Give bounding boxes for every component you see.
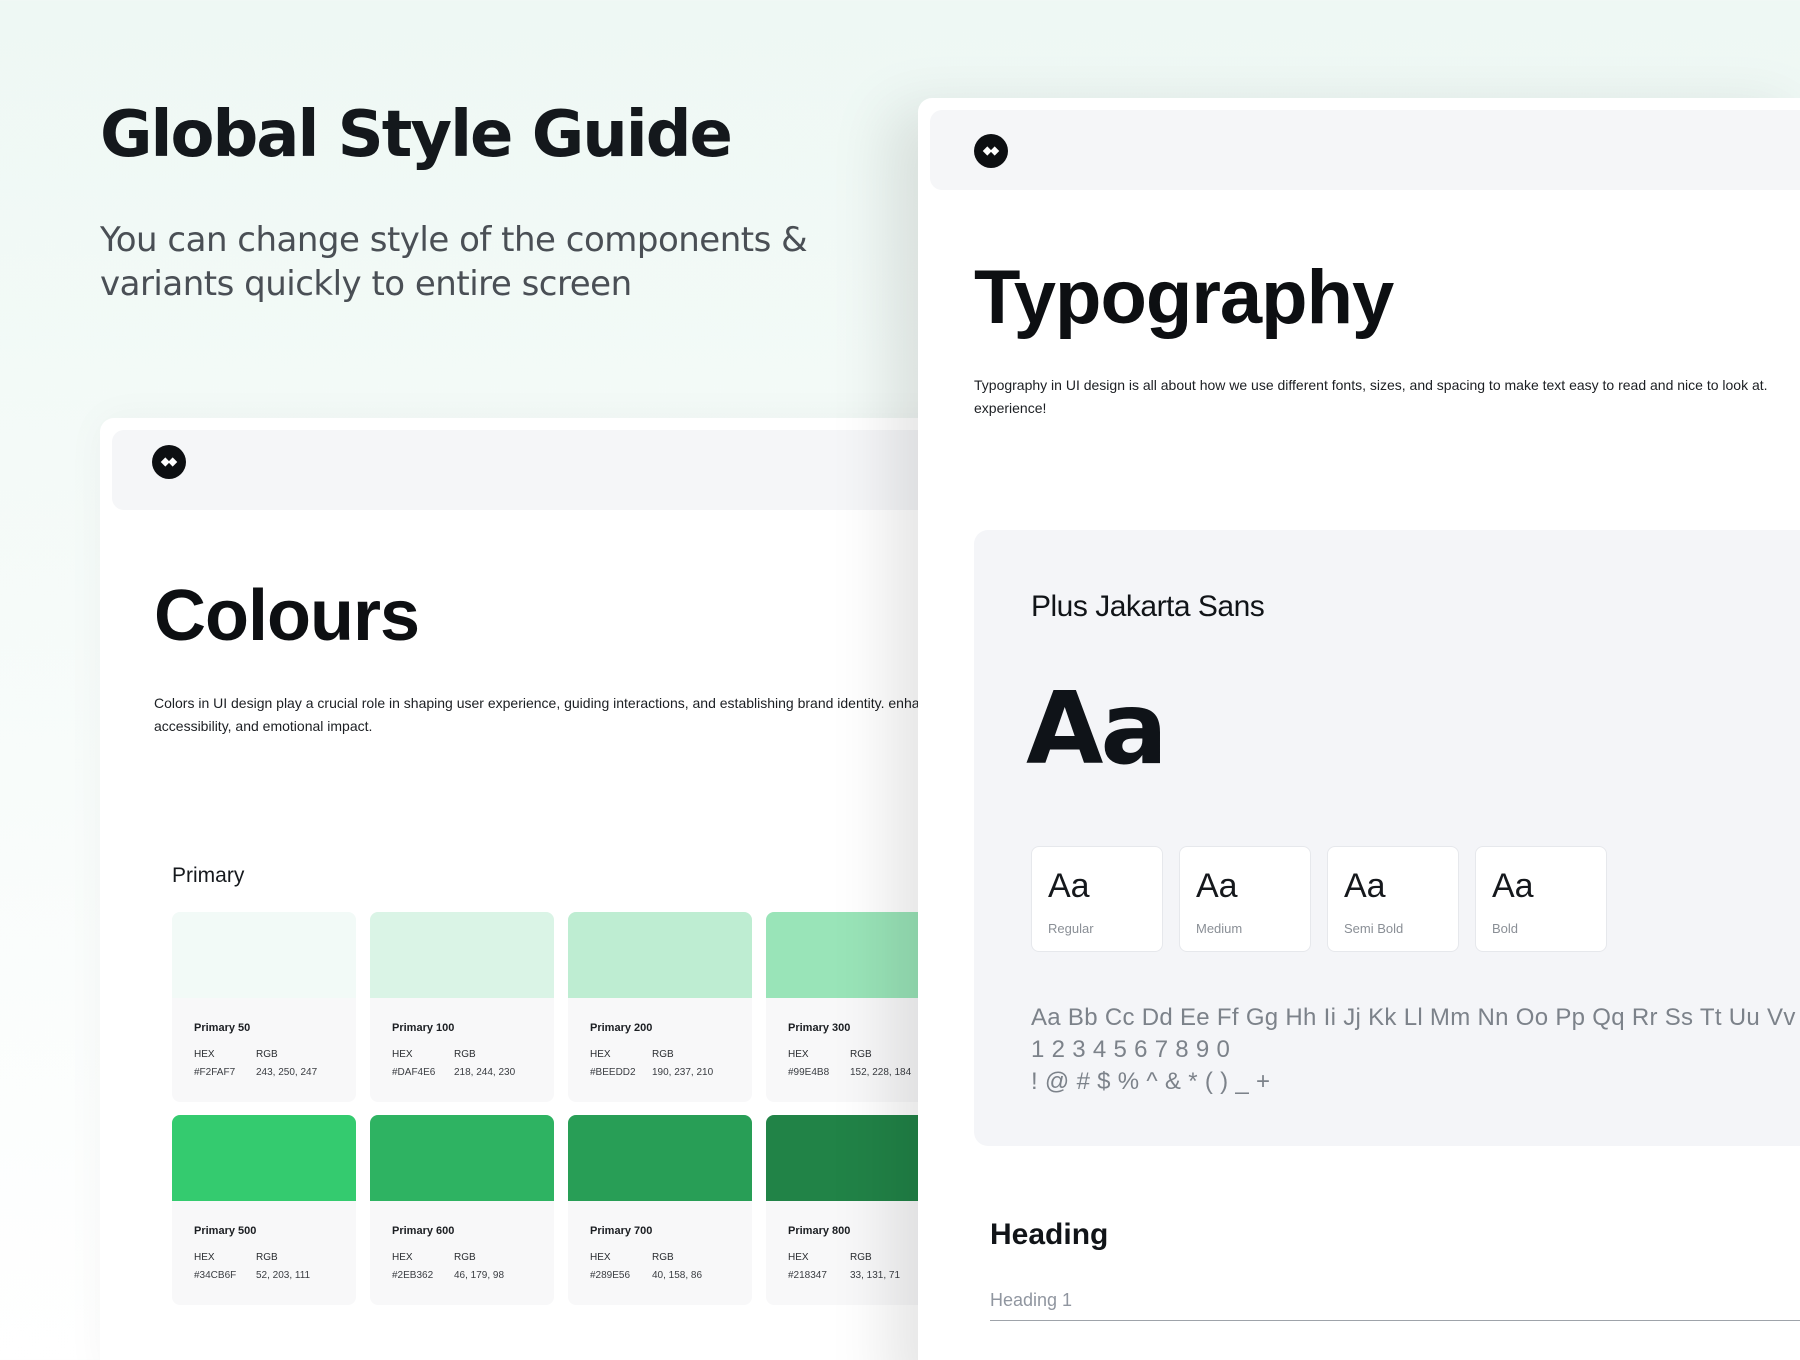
- swatch-name: Primary 300: [788, 1022, 851, 1034]
- rgb-value: 46, 179, 98: [454, 1270, 505, 1281]
- color-swatch[interactable]: Primary 700 HEX RGB #289E56 40, 158, 86: [568, 1115, 752, 1305]
- font-large-sample: Aa: [1026, 670, 1168, 787]
- swatch-name: Primary 800: [788, 1225, 851, 1237]
- weight-sample: Aa: [1048, 867, 1090, 905]
- brand-logo-icon[interactable]: [974, 134, 1008, 168]
- font-family-name: Plus Jakarta Sans: [1031, 590, 1265, 623]
- color-chip: [568, 912, 752, 998]
- heading-section-title: Heading: [990, 1218, 1109, 1251]
- rgb-header: RGB: [850, 1252, 872, 1263]
- typography-title: Typography: [974, 255, 1394, 340]
- weight-card-medium[interactable]: Aa Medium: [1179, 846, 1311, 952]
- colours-title: Colours: [154, 576, 420, 656]
- page-title: Global Style Guide: [100, 98, 733, 172]
- swatch-name: Primary 500: [194, 1225, 257, 1237]
- hex-value: #DAF4E6: [392, 1067, 436, 1078]
- swatch-name: Primary 100: [392, 1022, 455, 1034]
- color-swatch[interactable]: Primary 50 HEX RGB #F2FAF7 243, 250, 247: [172, 912, 356, 1102]
- hex-header: HEX: [194, 1049, 215, 1060]
- alphabet-sample: Aa Bb Cc Dd Ee Ff Gg Hh Ii Jj Kk Ll Mm N…: [1031, 1004, 1800, 1031]
- brand-logo-icon[interactable]: [152, 445, 186, 479]
- rgb-header: RGB: [652, 1049, 674, 1060]
- rgb-header: RGB: [256, 1252, 278, 1263]
- hex-header: HEX: [590, 1252, 611, 1263]
- typography-card: Typography Typography in UI design is al…: [918, 98, 1800, 1360]
- color-swatch[interactable]: Primary 600 HEX RGB #2EB362 46, 179, 98: [370, 1115, 554, 1305]
- weight-label: Regular: [1048, 921, 1094, 936]
- rgb-header: RGB: [454, 1049, 476, 1060]
- swatch-name: Primary 700: [590, 1225, 653, 1237]
- primary-palette-label: Primary: [172, 864, 245, 887]
- hex-value: #289E56: [590, 1270, 631, 1281]
- hex-value: #2EB362: [392, 1270, 434, 1281]
- color-chip: [172, 1115, 356, 1201]
- hex-header: HEX: [194, 1252, 215, 1263]
- color-swatch[interactable]: Primary 500 HEX RGB #34CB6F 52, 203, 111: [172, 1115, 356, 1305]
- colours-card-header: [112, 430, 1000, 510]
- rgb-value: 52, 203, 111: [256, 1270, 311, 1281]
- rgb-value: 218, 244, 230: [454, 1067, 516, 1078]
- color-swatch[interactable]: Primary 200 HEX RGB #BEEDD2 190, 237, 210: [568, 912, 752, 1102]
- rgb-header: RGB: [454, 1252, 476, 1263]
- weight-card-bold[interactable]: Aa Bold: [1475, 846, 1607, 952]
- weight-sample: Aa: [1196, 867, 1238, 905]
- weight-label: Medium: [1196, 921, 1243, 936]
- rgb-value: 243, 250, 247: [256, 1067, 318, 1078]
- page-subtitle: You can change style of the components &…: [100, 220, 808, 304]
- digits-sample: 1 2 3 4 5 6 7 8 9 0: [1031, 1036, 1231, 1063]
- divider: [990, 1320, 1800, 1321]
- hex-value: #F2FAF7: [194, 1067, 236, 1078]
- weight-card-regular[interactable]: Aa Regular: [1031, 846, 1163, 952]
- hex-value: #218347: [788, 1270, 827, 1281]
- hex-header: HEX: [392, 1252, 413, 1263]
- hex-value: #99E4B8: [788, 1067, 830, 1078]
- typography-description: Typography in UI design is all about how…: [974, 377, 1768, 416]
- rgb-value: 40, 158, 86: [652, 1270, 703, 1281]
- hex-header: HEX: [788, 1252, 809, 1263]
- weight-sample: Aa: [1344, 867, 1386, 905]
- hex-value: #BEEDD2: [590, 1067, 636, 1078]
- hex-header: HEX: [590, 1049, 611, 1060]
- color-chip: [370, 912, 554, 998]
- rgb-value: 33, 131, 71: [850, 1270, 901, 1281]
- weight-label: Bold: [1492, 921, 1519, 936]
- font-specimen-panel: Plus Jakarta Sans Aa Aa Regular Aa Mediu…: [974, 530, 1800, 1146]
- colours-card: Colours Colors in UI design play a cruci…: [100, 418, 1020, 1360]
- swatch-name: Primary 50: [194, 1022, 251, 1034]
- typography-card-header: [930, 110, 1800, 190]
- color-chip: [370, 1115, 554, 1201]
- weight-sample: Aa: [1492, 867, 1534, 905]
- hex-value: #34CB6F: [194, 1270, 237, 1281]
- symbols-sample: ! @ # $ % ^ & * ( ) _ +: [1031, 1068, 1271, 1095]
- swatch-name: Primary 600: [392, 1225, 455, 1237]
- color-swatch[interactable]: Primary 100 HEX RGB #DAF4E6 218, 244, 230: [370, 912, 554, 1102]
- weight-card-semibold[interactable]: Aa Semi Bold: [1327, 846, 1459, 952]
- hex-header: HEX: [392, 1049, 413, 1060]
- color-chip: [172, 912, 356, 998]
- rgb-header: RGB: [652, 1252, 674, 1263]
- hex-header: HEX: [788, 1049, 809, 1060]
- rgb-value: 190, 237, 210: [652, 1067, 714, 1078]
- swatch-name: Primary 200: [590, 1022, 653, 1034]
- heading-1-label: Heading 1: [990, 1290, 1073, 1310]
- rgb-value: 152, 228, 184: [850, 1067, 912, 1078]
- color-chip: [568, 1115, 752, 1201]
- rgb-header: RGB: [850, 1049, 872, 1060]
- weight-label: Semi Bold: [1344, 921, 1404, 936]
- rgb-header: RGB: [256, 1049, 278, 1060]
